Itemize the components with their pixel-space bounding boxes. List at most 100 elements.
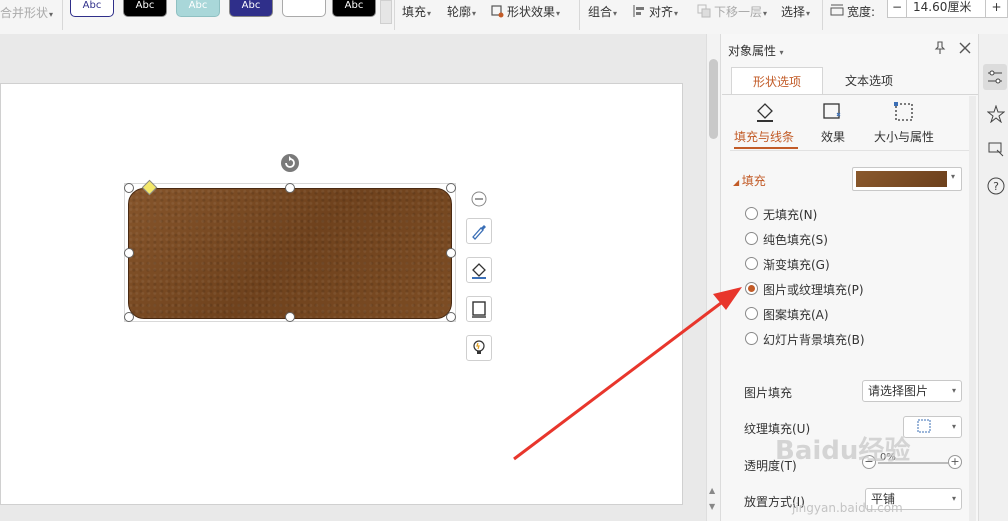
resize-handle-s[interactable] <box>285 312 295 322</box>
select-label: 选择 <box>781 5 806 19</box>
fill-button[interactable]: 填充▾ <box>402 3 431 20</box>
outline-label: 轮廓 <box>447 5 472 19</box>
scroll-up-arrow-icon[interactable]: ▲ <box>709 486 715 495</box>
picture-fill-label: 图片填充 <box>744 386 793 400</box>
ribbon-toolbar: 合并形状▾ Abc Abc Abc Abc Abc Abc 填充▾ 轮廓▾ 形状… <box>0 0 1008 35</box>
radio-no-fill[interactable] <box>745 207 758 220</box>
label-no-fill[interactable]: 无填充(N) <box>763 206 817 223</box>
scrollbar-thumb[interactable] <box>709 59 718 139</box>
width-icon <box>830 4 844 16</box>
merge-shapes-label: 合并形状 <box>0 6 49 20</box>
label-solid-fill[interactable]: 纯色填充(S) <box>763 231 828 248</box>
radio-slide-background-fill[interactable] <box>745 332 758 345</box>
effects-icon <box>823 103 841 119</box>
align-button[interactable]: 对齐▾ <box>632 3 678 20</box>
align-label: 对齐 <box>649 5 674 19</box>
resize-handle-n[interactable] <box>285 183 295 193</box>
lightbulb-icon <box>473 340 485 354</box>
style-swatch-5[interactable]: Abc <box>282 0 326 17</box>
align-icon <box>633 5 644 17</box>
picture-fill-dropdown[interactable]: 请选择图片 ▾ <box>862 380 962 402</box>
label-slide-background-fill[interactable]: 幻灯片背景填充(B) <box>763 331 865 348</box>
svg-text:?: ? <box>993 180 999 193</box>
resize-handle-nw[interactable] <box>124 183 134 193</box>
brush-icon <box>472 225 486 240</box>
radio-solid-fill[interactable] <box>745 232 758 245</box>
pin-icon[interactable] <box>933 41 947 55</box>
label-pattern-fill[interactable]: 图案填充(A) <box>763 306 829 323</box>
shape-style-gallery: Abc Abc Abc Abc Abc Abc <box>70 0 390 30</box>
move-down-icon <box>697 4 711 18</box>
canvas-scrollbar[interactable]: ▲ ▼ <box>706 34 721 521</box>
side-toolbar: ? <box>978 34 1008 521</box>
select-button[interactable]: 选择▾ <box>781 3 810 20</box>
scroll-down-arrow-icon[interactable]: ▼ <box>709 502 715 511</box>
fill-label: 填充 <box>402 5 427 19</box>
texture-grid-icon <box>917 419 931 433</box>
tab-shape-options[interactable]: 形状选项 <box>731 67 823 95</box>
style-swatch-4[interactable]: Abc <box>229 0 273 17</box>
outline-button[interactable]: 轮廓▾ <box>447 3 476 20</box>
texture-preview <box>856 171 947 187</box>
collapse-tools-icon[interactable] <box>471 191 487 207</box>
label-gradient-fill[interactable]: 渐变填充(G) <box>763 256 830 273</box>
watermark-url: jingyan.baidu.com <box>792 501 903 515</box>
move-down-button[interactable]: 下移一层▾ <box>697 3 767 20</box>
radio-gradient-fill[interactable] <box>745 257 758 270</box>
shape-effects-label: 形状效果 <box>507 5 556 19</box>
shape-effects-button[interactable]: 形状效果▾ <box>490 3 560 20</box>
shape-style-button[interactable] <box>466 218 492 244</box>
fill-section-header[interactable]: ◢ 填充 <box>733 172 766 189</box>
style-swatch-6[interactable]: Abc <box>332 0 376 17</box>
merge-shapes-button[interactable]: 合并形状▾ <box>0 4 53 21</box>
style-swatch-2[interactable]: Abc <box>123 0 167 17</box>
width-decrement-button[interactable]: − <box>887 0 907 18</box>
group-label: 组合 <box>588 5 613 19</box>
close-icon[interactable] <box>959 42 971 54</box>
animation-icon[interactable] <box>987 140 1005 158</box>
frame-icon <box>472 301 486 318</box>
group-button[interactable]: 组合▾ <box>588 3 617 20</box>
sliders-icon <box>988 70 1002 84</box>
smart-suggest-button[interactable] <box>466 335 492 361</box>
style-swatch-3[interactable]: Abc <box>176 0 220 17</box>
size-properties-icon <box>894 102 913 121</box>
label-picture-texture-fill[interactable]: 图片或纹理填充(P) <box>763 281 864 298</box>
shape-fill-button[interactable] <box>466 257 492 283</box>
panel-scrollbar[interactable] <box>969 96 976 521</box>
subtab-effects[interactable]: 效果 <box>821 128 845 145</box>
resize-handle-ne[interactable] <box>446 183 456 193</box>
width-label: 宽度: <box>847 5 876 19</box>
gallery-scroll[interactable] <box>380 0 392 24</box>
subtab-divider <box>730 150 970 151</box>
resize-handle-sw[interactable] <box>124 312 134 322</box>
subtab-size-properties[interactable]: 大小与属性 <box>874 128 934 145</box>
properties-side-button[interactable] <box>983 64 1007 90</box>
tab-divider <box>722 94 978 95</box>
shape-outline-button[interactable] <box>466 296 492 322</box>
radio-pattern-fill[interactable] <box>745 307 758 320</box>
star-shape-icon[interactable] <box>987 105 1005 123</box>
texture-fill-dropdown[interactable]: ▾ <box>903 416 962 438</box>
baidu-watermark: Baidu经验 <box>775 436 911 466</box>
fill-line-icon <box>757 103 773 122</box>
rotate-handle-icon[interactable] <box>280 153 300 173</box>
subtab-fill-line[interactable]: 填充与线条 <box>734 128 794 145</box>
radio-picture-texture-fill[interactable] <box>745 282 758 295</box>
tab-text-options[interactable]: 文本选项 <box>823 67 915 95</box>
paint-bucket-icon <box>472 263 486 279</box>
width-input[interactable]: 14.60厘米 <box>906 0 986 18</box>
move-down-label: 下移一层 <box>714 5 763 19</box>
panel-title[interactable]: 对象属性 ▾ <box>728 42 784 59</box>
fill-preview-dropdown[interactable]: ▾ <box>852 167 962 191</box>
resize-handle-se[interactable] <box>446 312 456 322</box>
resize-handle-w[interactable] <box>124 248 134 258</box>
subtab-active-indicator <box>734 147 798 149</box>
transparency-increase-button[interactable]: + <box>948 455 962 469</box>
style-swatch-1[interactable]: Abc <box>70 0 114 17</box>
resize-handle-e[interactable] <box>446 248 456 258</box>
help-icon[interactable]: ? <box>987 177 1005 195</box>
width-increment-button[interactable]: + <box>985 0 1008 18</box>
leather-rounded-rectangle[interactable] <box>128 188 452 319</box>
width-control: 宽度: <box>830 3 875 20</box>
